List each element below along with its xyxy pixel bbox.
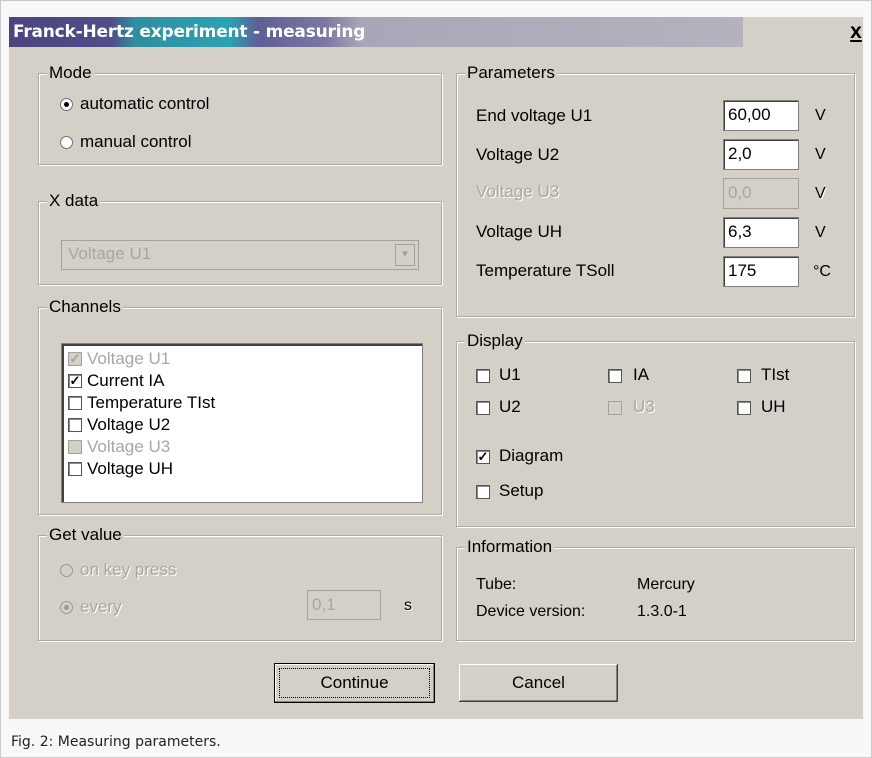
voltage-uh-input[interactable]: 6,3 <box>723 217 799 248</box>
diagram-label[interactable]: Diagram <box>499 445 563 467</box>
voltage-uh-unit: V <box>815 224 826 241</box>
voltage-uh-label: Voltage UH <box>476 222 562 241</box>
close-icon: x <box>850 20 862 43</box>
temperature-tsoll-input[interactable]: 175 <box>723 256 799 287</box>
display-tist-label[interactable]: TIst <box>761 364 789 386</box>
voltage-u2-label: Voltage U2 <box>476 145 560 164</box>
end-voltage-u1-label: End voltage U1 <box>476 106 593 125</box>
temperature-tsoll-label: Temperature TSoll <box>476 261 615 280</box>
tube-value: Mercury <box>637 576 695 593</box>
display-uh-label[interactable]: UH <box>761 396 786 418</box>
on-key-press-label[interactable]: on key press <box>80 559 176 581</box>
temperature-tsoll-unit: °C <box>813 263 831 280</box>
channel-checkbox[interactable]: ✓ <box>68 352 82 366</box>
mode-legend: Mode <box>47 62 94 84</box>
tube-label: Tube: <box>476 576 517 593</box>
display-u2-label[interactable]: U2 <box>499 396 521 418</box>
cancel-label: Cancel <box>512 673 565 692</box>
automatic-control-label[interactable]: automatic control <box>80 93 209 115</box>
interval-unit: s <box>404 597 412 614</box>
interval-input[interactable]: 0,1 <box>307 590 381 620</box>
channel-checkbox[interactable] <box>68 462 82 476</box>
channel-label: Voltage U1 <box>87 349 171 368</box>
end-voltage-u1-unit: V <box>815 107 826 124</box>
setup-checkbox[interactable] <box>476 485 490 499</box>
window-title: Franck-Hertz experiment - measuring <box>13 22 366 42</box>
display-u3-checkbox[interactable] <box>608 401 622 415</box>
voltage-u2-unit: V <box>815 146 826 163</box>
channel-checkbox[interactable]: ✓ <box>68 374 82 388</box>
voltage-u2-input[interactable]: 2,0 <box>723 139 799 170</box>
end-voltage-u1-input[interactable]: 60,00 <box>723 100 799 131</box>
every-label[interactable]: every <box>80 596 122 618</box>
automatic-control-radio[interactable] <box>60 98 73 111</box>
display-legend: Display <box>465 330 525 352</box>
channel-checkbox[interactable] <box>68 396 82 410</box>
channels-listbox[interactable]: ✓ Voltage U1 ✓ Current IA Temperature TI… <box>61 343 423 503</box>
voltage-u3-unit: V <box>815 185 826 202</box>
close-button[interactable]: x <box>846 20 866 44</box>
channel-label: Temperature TIst <box>87 393 216 412</box>
figure-caption: Fig. 2: Measuring parameters. <box>11 734 221 750</box>
cancel-button[interactable]: Cancel <box>458 663 619 703</box>
x-data-select[interactable]: Voltage U1 ▼ <box>61 240 419 270</box>
display-ia-checkbox[interactable] <box>608 369 622 383</box>
display-uh-checkbox[interactable] <box>737 401 751 415</box>
channel-label: Voltage UH <box>87 459 173 478</box>
channels-legend: Channels <box>47 296 123 318</box>
channel-checkbox[interactable] <box>68 440 82 454</box>
continue-button[interactable]: Continue <box>274 663 435 703</box>
display-u2-checkbox[interactable] <box>476 401 490 415</box>
device-version-label: Device version: <box>476 603 586 620</box>
every-radio[interactable] <box>60 601 73 614</box>
x-data-legend: X data <box>47 190 101 212</box>
display-u3-label[interactable]: U3 <box>633 396 655 418</box>
information-legend: Information <box>465 536 555 558</box>
measuring-dialog: Franck-Hertz experiment - measuring x Mo… <box>9 17 863 719</box>
device-version-value: 1.3.0-1 <box>637 603 687 620</box>
channel-label: Current IA <box>87 371 165 390</box>
get-value-group: Get value <box>38 524 442 641</box>
get-value-legend: Get value <box>47 524 124 546</box>
channel-label: Voltage U2 <box>87 415 171 434</box>
diagram-checkbox[interactable]: ✓ <box>476 450 490 464</box>
x-data-selected-value: Voltage U1 <box>68 244 152 263</box>
display-u1-label[interactable]: U1 <box>499 364 521 386</box>
title-bar: Franck-Hertz experiment - measuring <box>9 17 743 47</box>
manual-control-label[interactable]: manual control <box>80 131 192 153</box>
chevron-down-icon: ▼ <box>395 244 415 266</box>
display-tist-checkbox[interactable] <box>737 369 751 383</box>
display-u1-checkbox[interactable] <box>476 369 490 383</box>
display-ia-label[interactable]: IA <box>633 364 649 386</box>
parameters-legend: Parameters <box>465 62 557 84</box>
channel-label: Voltage U3 <box>87 437 171 456</box>
channel-checkbox[interactable] <box>68 418 82 432</box>
on-key-press-radio[interactable] <box>60 564 73 577</box>
figure-frame: Franck-Hertz experiment - measuring x Mo… <box>0 0 872 758</box>
manual-control-radio[interactable] <box>60 136 73 149</box>
voltage-u3-label: Voltage U3 <box>476 182 560 201</box>
focus-ring <box>279 668 430 698</box>
setup-label[interactable]: Setup <box>499 480 543 502</box>
voltage-u3-input[interactable]: 0,0 <box>723 178 799 209</box>
